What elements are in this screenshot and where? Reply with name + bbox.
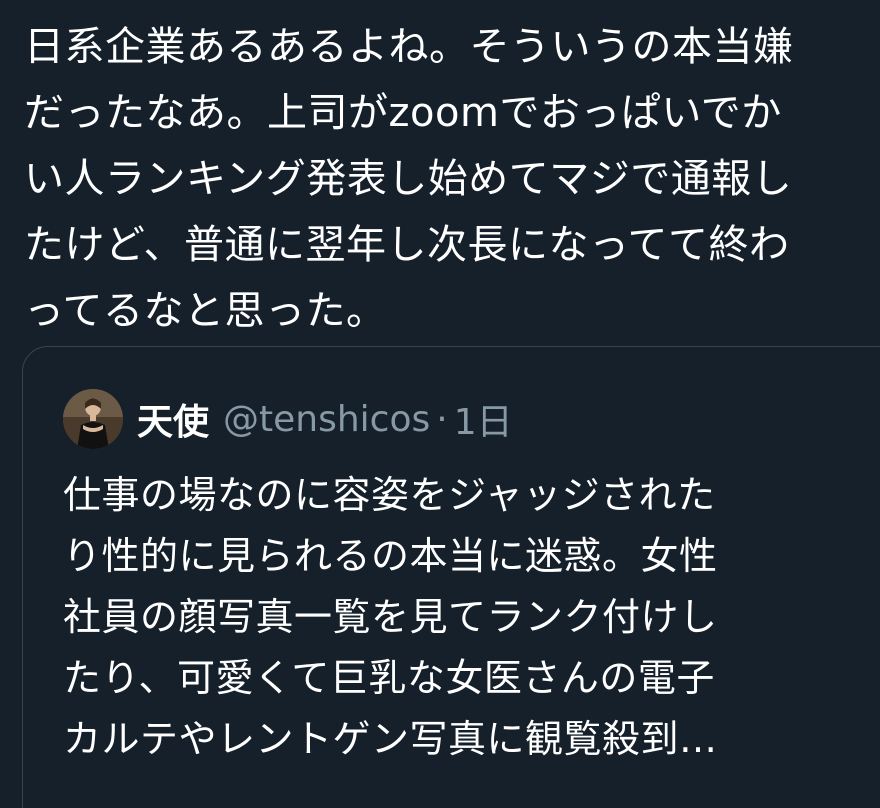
avatar[interactable] xyxy=(63,389,123,449)
quoted-tweet-card[interactable]: 天使 @tenshicos · 1日 仕事の場なのに容姿をジャッジされた り性的… xyxy=(22,346,880,808)
quoted-author-handle[interactable]: @tenshicos xyxy=(223,399,430,440)
quoted-tweet-text: 仕事の場なのに容姿をジャッジされた り性的に見られるの本当に迷惑。女性 社員の顔… xyxy=(63,473,718,761)
separator-dot: · xyxy=(436,398,448,440)
quoted-author-name[interactable]: 天使 xyxy=(137,393,209,445)
avatar-photo-icon xyxy=(63,389,123,449)
quoted-tweet-timestamp[interactable]: 1日 xyxy=(454,393,513,445)
tweet-text: 日系企業あるあるよね。そういうの本当嫌 だったなあ。上司がzoomでおっぱいでか… xyxy=(24,24,794,334)
quoted-tweet-header: 天使 @tenshicos · 1日 xyxy=(63,389,513,449)
